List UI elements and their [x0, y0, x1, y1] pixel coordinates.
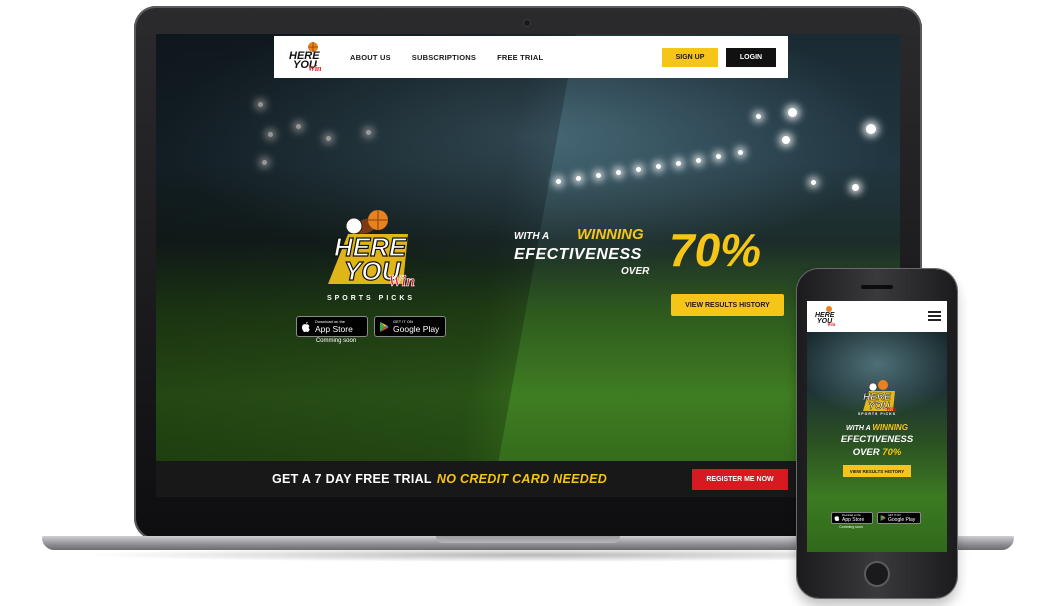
- hero-brand-logo: HERE YOU Win: [328, 210, 415, 290]
- sign-up-button[interactable]: SIGN UP: [662, 47, 718, 67]
- phone-with-a: WITH A: [846, 425, 871, 432]
- tagline-winning: WINNING: [577, 226, 644, 243]
- phone-effectiveness: EFECTIVENESS: [840, 434, 914, 445]
- google-play-icon: [380, 321, 389, 332]
- app-store-badge[interactable]: Download on the App Store: [296, 316, 368, 337]
- phone-percent: 70%: [882, 447, 902, 458]
- google-play-icon: [880, 515, 886, 521]
- top-navbar: HERE YOU Win ABOUT US SUBSCRIPTIONS FREE…: [274, 36, 788, 78]
- tagline-percent: 70%: [669, 224, 762, 276]
- tagline-effectiveness: EFECTIVENESS: [514, 246, 642, 263]
- trial-emphasis: NO CREDIT CARD NEEDED: [436, 472, 608, 486]
- tagline-over: OVER: [621, 266, 650, 277]
- register-me-now-button[interactable]: REGISTER ME NOW: [692, 469, 788, 490]
- login-button[interactable]: LOGIN: [726, 47, 776, 67]
- phone-google-play-badge[interactable]: GET IT ON Google Play: [877, 512, 921, 524]
- free-trial-bar: GET A 7 DAY FREE TRIAL NO CREDIT CARD NE…: [156, 461, 900, 497]
- nav-subscriptions[interactable]: SUBSCRIPTIONS: [412, 53, 476, 62]
- nav-about-us[interactable]: ABOUT US: [350, 53, 391, 62]
- phone-home-button[interactable]: [864, 561, 890, 587]
- apple-icon: [834, 516, 840, 521]
- phone-speaker: [861, 285, 893, 289]
- trial-text: GET A 7 DAY FREE TRIAL: [272, 472, 432, 486]
- view-results-history-button[interactable]: VIEW RESULTS HISTORY: [671, 294, 784, 316]
- phone-sports-picks: SPORTS PICKS: [857, 412, 897, 416]
- brand-logo[interactable]: HERE YOU Win: [286, 40, 330, 74]
- coming-soon-label: Comming soon: [315, 338, 357, 344]
- svg-text:Win: Win: [827, 323, 836, 327]
- phone-winning: WINNING: [872, 423, 908, 432]
- phone-screen: HERE YOU Win HERE YOU Win SPORTS PICKS W…: [807, 301, 947, 552]
- laptop-camera: [524, 20, 530, 26]
- svg-text:Win: Win: [308, 64, 322, 73]
- sports-picks-subtitle: SPORTS PICKS: [326, 295, 416, 302]
- apple-icon: [302, 321, 310, 332]
- laptop-screen: HERE YOU Win ABOUT US SUBSCRIPTIONS FREE…: [156, 34, 900, 497]
- phone-view-results-button[interactable]: VIEW RESULTS HISTORY: [843, 465, 911, 477]
- hamburger-menu-icon[interactable]: [928, 311, 941, 321]
- nav-free-trial[interactable]: FREE TRIAL: [497, 53, 543, 62]
- phone-coming-soon: Comming soon: [839, 525, 863, 529]
- app-store-big: App Store: [315, 324, 353, 334]
- phone-app-store-badge[interactable]: Download on the App Store: [831, 512, 873, 524]
- phone-hero-logo: HERE YOU Win: [863, 380, 897, 413]
- google-play-badge[interactable]: GET IT ON Google Play: [374, 316, 446, 337]
- phone-app-store-big: App Store: [842, 516, 865, 523]
- tagline-with-a: WITH A: [514, 231, 550, 242]
- phone-over: OVER: [852, 447, 880, 458]
- logo-win: Win: [388, 273, 415, 290]
- phone-header: HERE YOU Win: [807, 301, 947, 332]
- google-play-big: Google Play: [393, 324, 440, 334]
- phone-google-play-big: Google Play: [888, 516, 916, 523]
- laptop-notch: [436, 536, 620, 543]
- effectiveness-tagline: WITH A WINNING EFECTIVENESS OVER 70%: [514, 224, 794, 284]
- phone-brand-logo[interactable]: HERE YOU Win: [813, 305, 839, 327]
- phone-tagline-line3: OVER 70%: [827, 447, 927, 458]
- phone-tagline-line1: WITH A WINNING: [837, 423, 917, 432]
- device-mockup-stage: HERE YOU Win ABOUT US SUBSCRIPTIONS FREE…: [0, 0, 1056, 606]
